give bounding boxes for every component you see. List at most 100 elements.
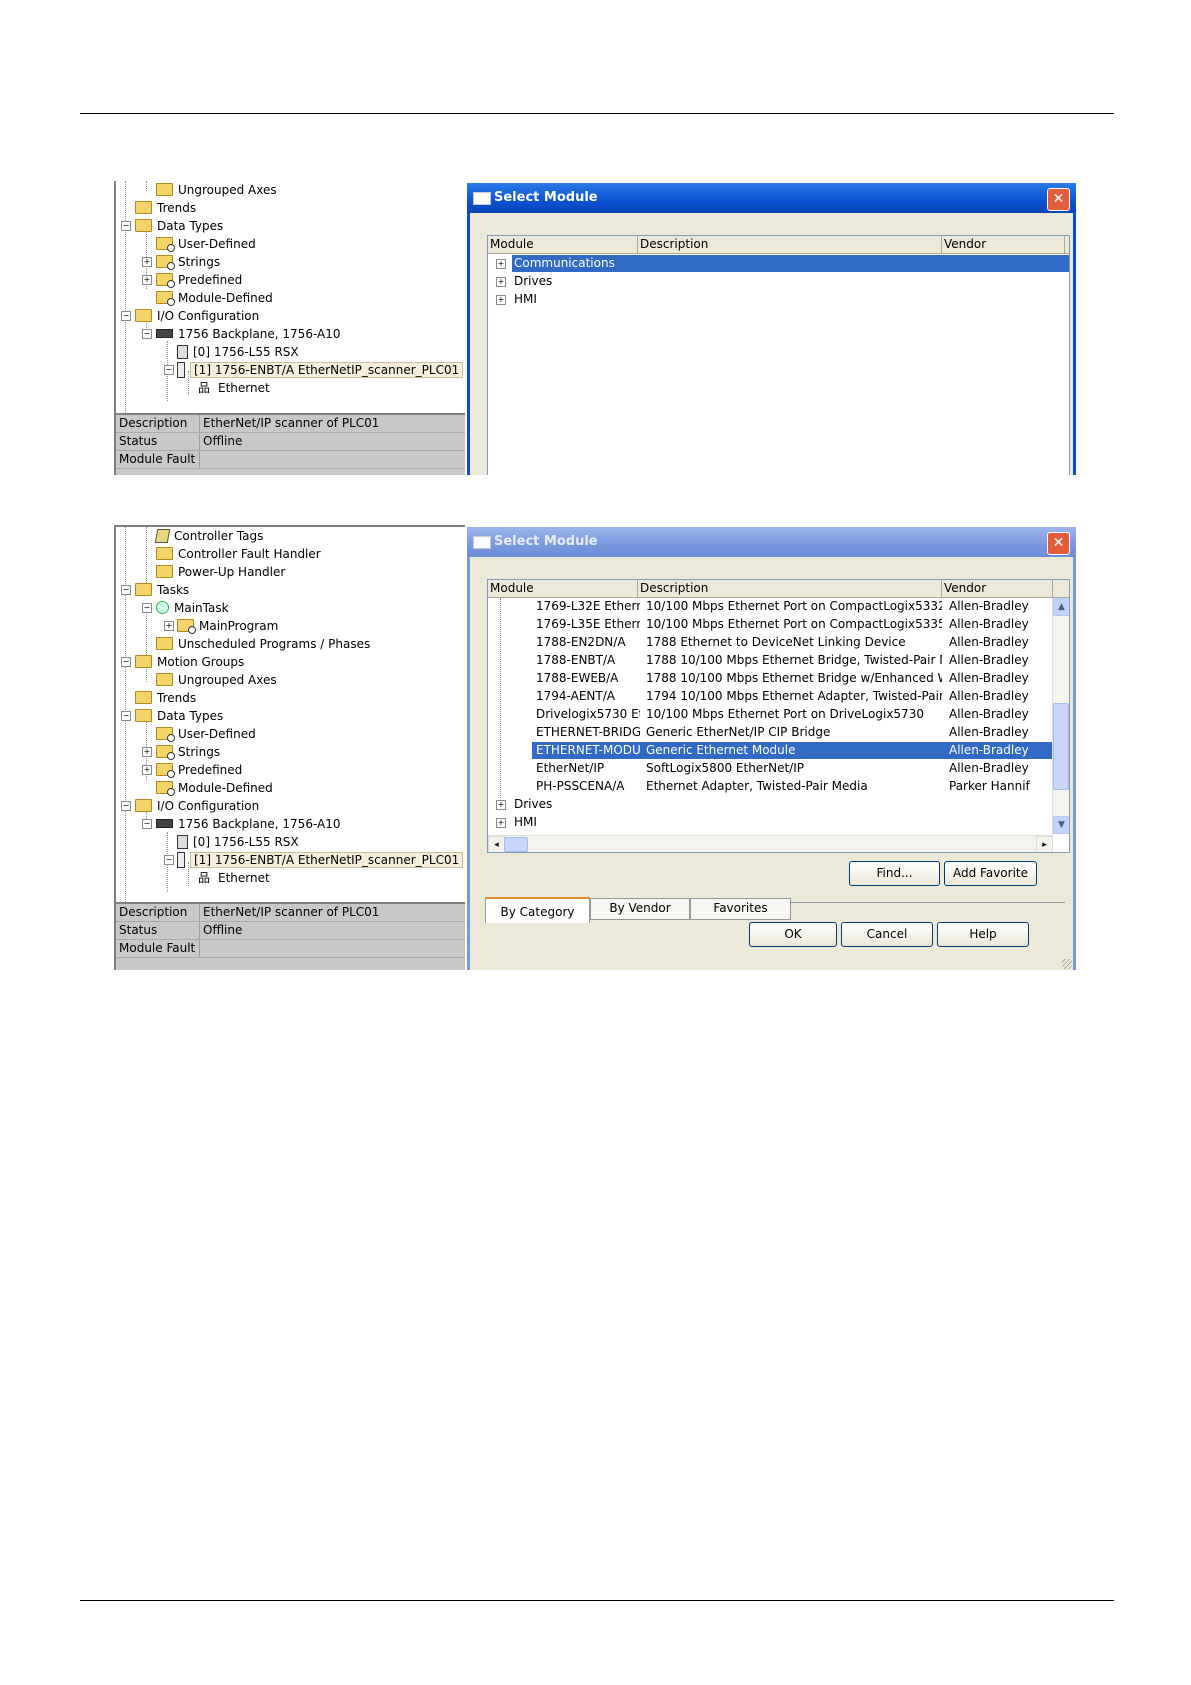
expand-icon[interactable]: + xyxy=(142,747,152,757)
tree-item-module-defined[interactable]: Module-Defined xyxy=(156,289,273,307)
expand-icon[interactable]: + xyxy=(496,277,506,287)
column-description[interactable]: Description xyxy=(638,236,942,253)
tree-item-io-configuration[interactable]: I/O Configuration xyxy=(135,307,259,325)
hscroll-thumb[interactable] xyxy=(504,837,528,852)
expand-icon[interactable]: + xyxy=(142,275,152,285)
list-item-hmi[interactable]: + HMI xyxy=(488,291,1069,308)
tree-item-trends[interactable]: Trends xyxy=(135,199,196,217)
column-vendor[interactable]: Vendor xyxy=(942,236,1065,253)
collapse-icon[interactable]: − xyxy=(121,801,131,811)
tree-item-trends[interactable]: Trends xyxy=(135,689,196,707)
expand-icon[interactable]: + xyxy=(496,295,506,305)
list-item-hmi[interactable]: + HMI xyxy=(488,814,1069,831)
scroll-right-icon[interactable]: ▸ xyxy=(1036,836,1053,852)
dialog-title: Select Module xyxy=(494,190,598,205)
column-module[interactable]: Module xyxy=(488,236,638,253)
tab-by-vendor[interactable]: By Vendor xyxy=(590,898,690,920)
tree-item-user-defined[interactable]: User-Defined xyxy=(156,235,256,253)
tree-item-power-up-handler[interactable]: Power-Up Handler xyxy=(156,563,285,581)
tree-item-data-types[interactable]: Data Types xyxy=(135,707,223,725)
collapse-icon[interactable]: − xyxy=(142,603,152,613)
tree-item-predefined[interactable]: Predefined xyxy=(156,761,242,779)
collapse-icon[interactable]: − xyxy=(164,855,174,865)
tree-item-strings[interactable]: Strings xyxy=(156,743,220,761)
tab-by-category[interactable]: By Category xyxy=(485,897,590,923)
collapse-icon[interactable]: − xyxy=(164,365,174,375)
tree-item-enbt-module[interactable]: [1] 1756-ENBT/A EtherNetIP_scanner_PLC01 xyxy=(177,361,464,379)
module-row[interactable]: 1769-L32E Etherne... 10/100 Mbps Ethernet… xyxy=(488,598,1069,615)
tree-item-controller-slot-0[interactable]: [0] 1756-L55 RSX xyxy=(177,833,299,851)
dialog-titlebar[interactable]: Select Module ✕ xyxy=(467,183,1076,213)
scroll-down-icon[interactable]: ▼ xyxy=(1053,816,1069,834)
collapse-icon[interactable]: − xyxy=(121,585,131,595)
module-row[interactable]: Drivelogix5730 Eth... 10/100 Mbps Etherne… xyxy=(488,706,1069,723)
tree-item-unscheduled-programs[interactable]: Unscheduled Programs / Phases xyxy=(156,635,370,653)
close-icon[interactable]: ✕ xyxy=(1047,532,1070,555)
list-item-drives[interactable]: + Drives xyxy=(488,796,1069,813)
tree-item-motion-groups[interactable]: Motion Groups xyxy=(135,653,244,671)
module-row[interactable]: 1788-EN2DN/A 1788 Ethernet to DeviceNet L… xyxy=(488,634,1069,651)
find-button[interactable]: Find... xyxy=(849,861,940,886)
tree-item-controller-slot-0[interactable]: [0] 1756-L55 RSX xyxy=(177,343,299,361)
collapse-icon[interactable]: − xyxy=(142,329,152,339)
vertical-scrollbar[interactable]: ▲ ▼ xyxy=(1052,598,1069,834)
expand-icon[interactable]: + xyxy=(164,621,174,631)
close-icon[interactable]: ✕ xyxy=(1047,188,1070,211)
tree-item-ungrouped-axes[interactable]: Ungrouped Axes xyxy=(156,671,277,689)
module-row[interactable]: PH-PSSCENA/A Ethernet Adapter, Twisted-Pa… xyxy=(488,778,1069,795)
tab-favorites[interactable]: Favorites xyxy=(690,898,791,920)
module-row[interactable]: ETHERNET-MODULE Generic Ethernet Module Al… xyxy=(488,742,1069,759)
tree-item-strings[interactable]: Strings xyxy=(156,253,220,271)
collapse-icon[interactable]: − xyxy=(121,221,131,231)
module-row[interactable]: EtherNet/IP SoftLogix5800 EtherNet/IP Alle… xyxy=(488,760,1069,777)
ok-button[interactable]: OK xyxy=(749,922,837,947)
tree-item-enbt-module[interactable]: [1] 1756-ENBT/A EtherNetIP_scanner_PLC01 xyxy=(177,851,464,869)
module-row[interactable]: 1794-AENT/A 1794 10/100 Mbps Ethernet Ada… xyxy=(488,688,1069,705)
expand-icon[interactable]: + xyxy=(496,800,506,810)
scrollbar-thumb[interactable] xyxy=(1053,703,1069,790)
column-vendor[interactable]: Vendor xyxy=(942,580,1053,597)
module-list[interactable]: Module Description Vendor + Communicatio… xyxy=(487,235,1070,475)
tree-item-backplane[interactable]: 1756 Backplane, 1756-A10 xyxy=(156,815,341,833)
tree-item-mainprogram[interactable]: MainProgram xyxy=(177,617,278,635)
tree-item-data-types[interactable]: Data Types xyxy=(135,217,223,235)
tree-item-backplane[interactable]: 1756 Backplane, 1756-A10 xyxy=(156,325,341,343)
tree-item-ethernet[interactable]: 品 Ethernet xyxy=(198,869,270,887)
module-row[interactable]: 1769-L35E Etherne... 10/100 Mbps Ethernet… xyxy=(488,616,1069,633)
expand-icon[interactable]: + xyxy=(142,257,152,267)
horizontal-scrollbar[interactable]: ◂ ▸ xyxy=(488,835,1053,852)
resize-grip-icon[interactable] xyxy=(1062,959,1072,969)
tree-item-controller-tags[interactable]: Controller Tags xyxy=(154,527,263,545)
help-button[interactable]: Help xyxy=(937,922,1029,947)
module-row[interactable]: ETHERNET-BRIDGE Generic EtherNet/IP CIP B… xyxy=(488,724,1069,741)
tree-item-tasks[interactable]: Tasks xyxy=(135,581,189,599)
collapse-icon[interactable]: − xyxy=(121,711,131,721)
list-item-drives[interactable]: + Drives xyxy=(488,273,1069,290)
module-row[interactable]: 1788-EWEB/A 1788 10/100 Mbps Ethernet Bri… xyxy=(488,670,1069,687)
add-favorite-button[interactable]: Add Favorite xyxy=(944,861,1037,886)
column-description[interactable]: Description xyxy=(638,580,942,597)
tree-item-predefined[interactable]: Predefined xyxy=(156,271,242,289)
list-item-communications[interactable]: + Communications xyxy=(488,255,1069,272)
module-row[interactable]: 1788-ENBT/A 1788 10/100 Mbps Ethernet Bri… xyxy=(488,652,1069,669)
module-list[interactable]: Module Description Vendor 1769-L32E Ethe… xyxy=(487,579,1070,853)
tree-item-controller-fault-handler[interactable]: Controller Fault Handler xyxy=(156,545,321,563)
collapse-icon[interactable]: − xyxy=(121,311,131,321)
expand-icon[interactable]: + xyxy=(142,765,152,775)
column-module[interactable]: Module xyxy=(488,580,638,597)
tree-item-ungrouped-axes[interactable]: Ungrouped Axes xyxy=(156,181,277,199)
cancel-button[interactable]: Cancel xyxy=(841,922,933,947)
tree-item-maintask[interactable]: MainTask xyxy=(156,599,229,617)
header-rule xyxy=(80,113,1114,114)
expand-icon[interactable]: + xyxy=(496,818,506,828)
tree-item-user-defined[interactable]: User-Defined xyxy=(156,725,256,743)
scroll-left-icon[interactable]: ◂ xyxy=(488,836,505,852)
tree-item-ethernet[interactable]: 品 Ethernet xyxy=(198,379,270,397)
collapse-icon[interactable]: − xyxy=(121,657,131,667)
expand-icon[interactable]: + xyxy=(496,259,506,269)
tree-item-io-configuration[interactable]: I/O Configuration xyxy=(135,797,259,815)
scroll-up-icon[interactable]: ▲ xyxy=(1053,598,1069,616)
tree-item-module-defined[interactable]: Module-Defined xyxy=(156,779,273,797)
dialog-titlebar[interactable]: Select Module ✕ xyxy=(467,527,1076,557)
collapse-icon[interactable]: − xyxy=(142,819,152,829)
